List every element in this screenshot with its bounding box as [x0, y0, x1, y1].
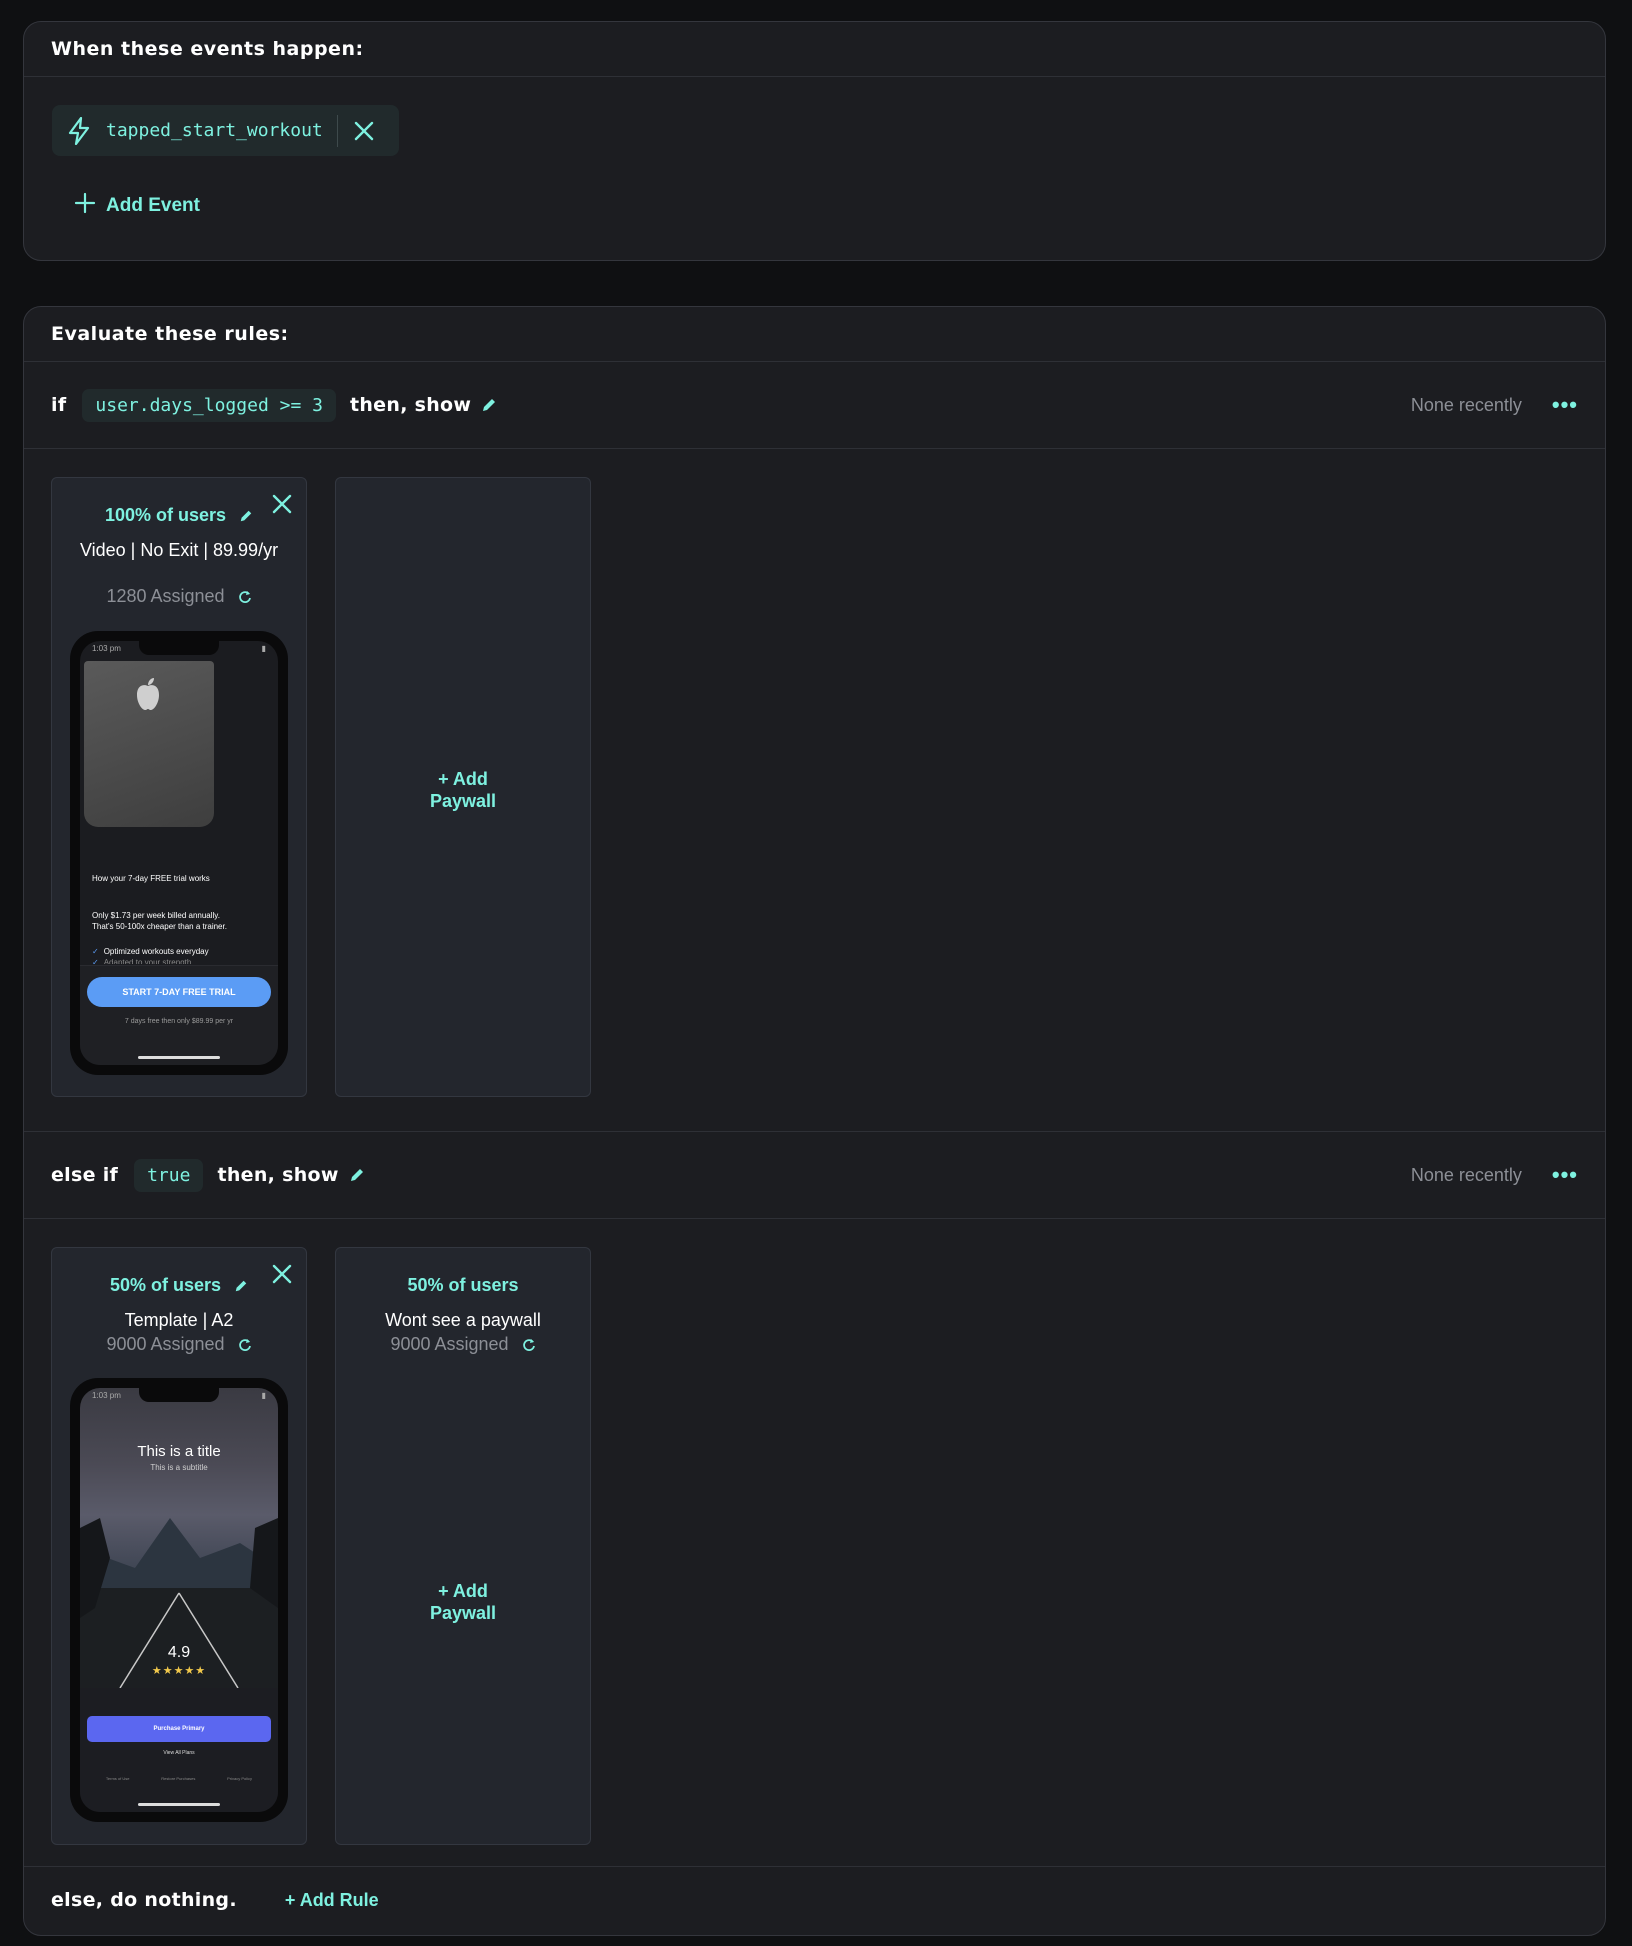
rule-body-2: 50% of users Template | A2 9000 Assigned…: [24, 1219, 1605, 1867]
add-paywall-card[interactable]: + Add Paywall: [335, 477, 591, 1097]
rule-suffix: then, show: [349, 394, 472, 416]
add-rule-button[interactable]: + Add Rule: [285, 1890, 379, 1911]
preview-heading: How your 7-day FREE trial works: [92, 874, 210, 883]
check-icon: ✓: [92, 947, 99, 956]
rule-row-2: else if true then, show None recently ••…: [24, 1132, 1605, 1219]
preview-subtitle: This is a subtitle: [150, 1463, 208, 1472]
pencil-icon[interactable]: [234, 1279, 248, 1293]
paywall-percent: 50% of users: [407, 1275, 519, 1295]
preview-check-1: ✓ Optimized workouts everyday: [92, 947, 209, 956]
add-paywall-line1: + Add: [438, 769, 488, 789]
plus-icon: [74, 192, 96, 220]
bolt-icon: [68, 116, 94, 146]
chip-divider: [336, 114, 338, 147]
pencil-icon[interactable]: [239, 509, 253, 523]
rule-body-1: 100% of users Video | No Exit | 89.99/yr…: [24, 449, 1605, 1132]
rules-card-title: Evaluate these rules:: [24, 307, 1605, 362]
rule-condition[interactable]: true: [134, 1158, 204, 1192]
rule-row-1: if user.days_logged >= 3 then, show None…: [24, 362, 1605, 449]
preview-screen: 1:03 pm ▮ This is a title This is a subti…: [80, 1388, 278, 1812]
rule-prefix: else if: [51, 1164, 119, 1186]
paywall-assigned: 9000 Assigned: [336, 1334, 590, 1355]
else-label: else, do nothing.: [51, 1889, 237, 1911]
paywall-percent-label: 50% of users: [109, 1275, 222, 1295]
remove-event-close-icon[interactable]: [350, 117, 378, 145]
preview-line2: That's 50-100x cheaper than a trainer.: [92, 922, 227, 931]
refresh-icon[interactable]: [522, 1338, 536, 1352]
rules-footer: else, do nothing. + Add Rule: [24, 1865, 1605, 1935]
status-bar: 1:03 pm ▮: [92, 644, 266, 653]
preview-cta-button: START 7-DAY FREE TRIAL: [87, 977, 271, 1007]
paywall-card[interactable]: 50% of users Wont see a paywall 9000 Ass…: [335, 1247, 591, 1845]
preview-rating: 4.9: [167, 1644, 191, 1661]
edit-rule-pencil-icon[interactable]: [349, 1167, 365, 1183]
refresh-icon[interactable]: [238, 590, 252, 604]
battery-icon: ▮: [261, 1391, 266, 1400]
paywall-name: Template | A2: [124, 1310, 234, 1330]
rule-recent-status: None recently: [1410, 394, 1522, 415]
preview-fineprint: 7 days free then only $89.99 per yr: [124, 1018, 234, 1025]
add-paywall-line2: Paywall: [429, 791, 497, 811]
preview-stars: ★★★★★: [151, 1665, 207, 1677]
status-time: 1:03 pm: [92, 644, 121, 653]
status-time: 1:03 pm: [92, 1391, 121, 1400]
preview-secondary: View All Plans: [163, 1750, 195, 1756]
paywall-assigned-label: 9000 Assigned: [106, 1334, 225, 1354]
preview-link: Terms of Use: [105, 1776, 130, 1781]
paywall-assigned-label: 1280 Assigned: [106, 586, 225, 606]
event-name: tapped_start_workout: [106, 120, 323, 141]
refresh-icon[interactable]: [238, 1338, 252, 1352]
preview-link: Privacy Policy: [227, 1776, 253, 1781]
add-paywall-button[interactable]: + Add Paywall: [336, 768, 590, 812]
check-icon: ✓: [92, 958, 99, 964]
more-icon[interactable]: •••: [1552, 1162, 1578, 1188]
add-event-label: Add Event: [106, 195, 200, 216]
paywall-assigned: 1280 Assigned: [52, 586, 306, 607]
paywall-preview-phone: 1:03 pm ▮ How your 7-day FREE trial works…: [70, 631, 288, 1075]
add-event-button[interactable]: Add Event: [74, 192, 200, 220]
status-bar: 1:03 pm ▮: [92, 1391, 266, 1400]
preview-screen: 1:03 pm ▮ How your 7-day FREE trial works…: [80, 641, 278, 1065]
preview-link: Restore Purchases: [161, 1776, 196, 1781]
preview-title: This is a title: [137, 1443, 221, 1460]
preview-check-1-label: Optimized workouts everyday: [103, 947, 209, 956]
preview-links: Terms of Use Restore Purchases Privacy P…: [90, 1776, 268, 1781]
paywall-card[interactable]: 100% of users Video | No Exit | 89.99/yr…: [51, 477, 307, 1097]
rule-prefix: if: [51, 394, 67, 416]
paywall-name: Wont see a paywall: [385, 1310, 541, 1330]
events-card-title: When these events happen:: [24, 22, 1605, 77]
preview-check-2: ✓ Adapted to your strength: [92, 958, 191, 964]
apple-icon: [134, 677, 162, 716]
preview-check-2-label: Adapted to your strength: [103, 958, 192, 964]
product-image: [84, 661, 214, 827]
events-card: When these events happen: tapped_start_w…: [23, 21, 1606, 261]
preview-cta-button: Purchase Primary: [87, 1716, 271, 1742]
rule-suffix: then, show: [217, 1164, 339, 1186]
add-paywall-button[interactable]: + Add Paywall: [336, 1580, 590, 1624]
home-indicator: [138, 1803, 220, 1806]
paywall-percent[interactable]: 50% of users: [52, 1275, 306, 1296]
home-indicator: [138, 1056, 220, 1059]
rule-condition[interactable]: user.days_logged >= 3: [82, 388, 336, 422]
paywall-card[interactable]: 50% of users Template | A2 9000 Assigned…: [51, 1247, 307, 1845]
battery-icon: ▮: [261, 644, 266, 653]
event-chip[interactable]: tapped_start_workout: [52, 105, 399, 156]
edit-rule-pencil-icon[interactable]: [481, 397, 497, 413]
rule-recent-status: None recently: [1410, 1164, 1522, 1185]
paywall-assigned-label: 9000 Assigned: [390, 1334, 509, 1354]
paywall-percent-label: 100% of users: [104, 505, 227, 525]
paywall-preview-phone: 1:03 pm ▮ This is a title This is a subti…: [70, 1378, 288, 1822]
remove-paywall-close-icon[interactable]: [270, 492, 294, 516]
rules-card: Evaluate these rules: if user.days_logge…: [23, 306, 1606, 1936]
preview-line1: Only $1.73 per week billed annually.: [92, 911, 220, 920]
remove-paywall-close-icon[interactable]: [270, 1262, 294, 1286]
more-icon[interactable]: •••: [1552, 392, 1578, 418]
paywall-percent[interactable]: 100% of users: [52, 505, 306, 526]
add-paywall-line2: Paywall: [429, 1603, 497, 1623]
paywall-name: Video | No Exit | 89.99/yr: [79, 540, 279, 560]
add-paywall-line1: + Add: [438, 1581, 488, 1601]
paywall-assigned: 9000 Assigned: [52, 1334, 306, 1355]
